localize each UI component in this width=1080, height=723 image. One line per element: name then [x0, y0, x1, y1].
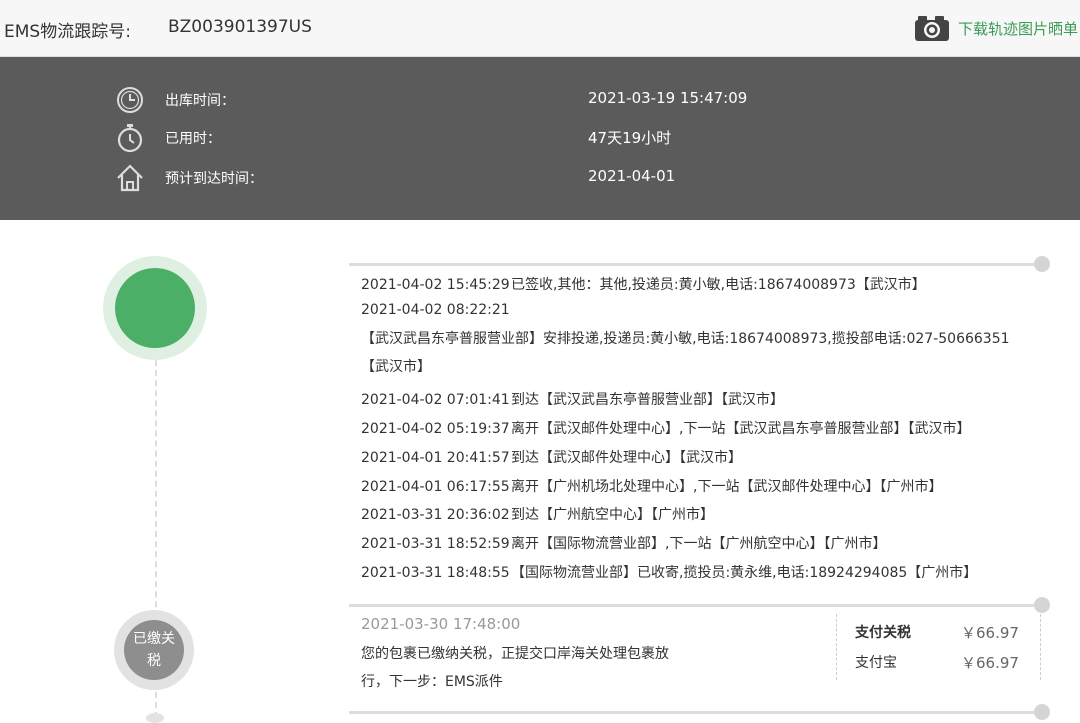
- tracking-event: 2021-04-02 07:01:41到达【武汉武昌东亭普服营业部】【武汉市】: [361, 389, 784, 409]
- payment-amount: ￥66.97: [961, 624, 1019, 642]
- event-time: 2021-03-31 20:36:02: [361, 507, 510, 523]
- info-row-estimated-arrival: 预计到达时间： 2021-04-01: [0, 163, 1080, 193]
- payment-label: 支付宝: [855, 655, 897, 671]
- tracking-event: 2021-04-01 06:17:55离开【广州机场北处理中心】,下一站【武汉邮…: [361, 476, 942, 496]
- download-text: 下载轨迹图片晒单: [958, 19, 1079, 38]
- event-text: 离开【国际物流营业部】,下一站【广州航空中心】【广州市】: [511, 536, 887, 552]
- timeline-node-next: [146, 713, 164, 723]
- tracking-event: 2021-04-02 08:22:21: [361, 302, 510, 318]
- info-row-dispatch-time: 出库时间： 2021-03-19 15:47:09: [0, 85, 1080, 115]
- clock-icon: [117, 87, 143, 113]
- badge-line: 税: [147, 653, 161, 669]
- event-time: 2021-04-02 08:22:21: [361, 302, 510, 318]
- event-text: 离开【武汉邮件处理中心】,下一站【武汉武昌东亭普服营业部】【武汉市】: [511, 421, 971, 437]
- divider-dot: [1034, 256, 1050, 272]
- home-icon: [117, 164, 143, 192]
- info-value: 2021-04-01: [588, 167, 676, 185]
- tracking-event: 2021-04-02 15:45:29已签收,其他：其他,投递员:黄小敏,电话:…: [361, 274, 926, 294]
- payment-label: 支付关税: [855, 625, 911, 641]
- download-track-image-button[interactable]: 下载轨迹图片晒单: [914, 14, 1078, 42]
- event-text: 已签收,其他：其他,投递员:黄小敏,电话:18674008973【武汉市】: [511, 277, 926, 293]
- event-time: 2021-04-02 07:01:41: [361, 392, 510, 408]
- shipment-info-panel: 出库时间： 2021-03-19 15:47:09 已用时： 47天19小时 预…: [0, 57, 1080, 220]
- event-time: 2021-04-01 06:17:55: [361, 479, 510, 495]
- payment-amount: ￥66.97: [961, 654, 1019, 672]
- event-time: 2021-03-31 18:52:59: [361, 536, 510, 552]
- tracking-event: 2021-04-01 20:41:57到达【武汉邮件处理中心】【武汉市】: [361, 447, 742, 467]
- event-time: 2021-04-02 15:45:29: [361, 277, 510, 293]
- divider-dot: [1034, 597, 1050, 613]
- event-text: 离开【广州机场北处理中心】,下一站【武汉邮件处理中心】【广州市】: [511, 479, 943, 495]
- event-text: 【武汉武昌东亭普服营业部】安排投递,投递员:黄小敏,电话:18674008973…: [361, 331, 1010, 375]
- tax-event-time: 2021-03-30 17:48:00: [361, 615, 521, 633]
- camera-icon: [915, 16, 949, 41]
- event-time: 2021-04-02 05:19:37: [361, 421, 510, 437]
- badge-line: 已缴关: [133, 631, 175, 647]
- info-label: 预计到达时间：: [165, 171, 263, 187]
- section-divider: [349, 263, 1039, 266]
- info-label: 出库时间：: [165, 93, 235, 109]
- info-label: 已用时：: [165, 131, 221, 147]
- info-value: 2021-03-19 15:47:09: [588, 89, 748, 107]
- event-text: 到达【武汉武昌东亭普服营业部】【武汉市】: [511, 392, 784, 408]
- tracking-label: EMS物流跟踪号:: [4, 22, 131, 42]
- timeline-node-current: [103, 256, 207, 360]
- stopwatch-icon: [117, 124, 143, 153]
- info-value: 47天19小时: [588, 129, 672, 147]
- section-divider: [349, 604, 1039, 607]
- tracking-event: 2021-04-02 05:19:37离开【武汉邮件处理中心】,下一站【武汉武昌…: [361, 418, 970, 438]
- tracking-number: BZ003901397US: [168, 17, 312, 37]
- tax-event-desc: 您的包裹已缴纳关税，正提交口岸海关处理包裹放行，下一步：EMS派件: [361, 646, 669, 690]
- event-text: 【国际物流营业部】已收寄,揽投员:黄永维,电话:18924294085【广州市】: [511, 565, 978, 581]
- payment-summary: 支付关税 ￥66.97 支付宝 ￥66.97: [836, 614, 1041, 680]
- tracking-event: 2021-03-31 18:48:55【国际物流营业部】已收寄,揽投员:黄永维,…: [361, 562, 977, 582]
- tracking-event: 2021-03-31 18:52:59离开【国际物流营业部】,下一站【广州航空中…: [361, 533, 886, 553]
- tracking-event: 2021-03-31 20:36:02到达【广州航空中心】【广州市】: [361, 504, 714, 524]
- event-text: 到达【广州航空中心】【广州市】: [511, 507, 714, 523]
- timeline-node-tax-paid: 已缴关 税: [114, 610, 194, 690]
- info-row-elapsed-time: 已用时： 47天19小时: [0, 123, 1080, 153]
- event-time: 2021-03-31 18:48:55: [361, 565, 510, 581]
- event-time: 2021-04-01 20:41:57: [361, 450, 510, 466]
- top-bar: EMS物流跟踪号: BZ003901397US 下载轨迹图片晒单: [0, 0, 1080, 57]
- tax-paid-badge: 已缴关 税: [124, 620, 184, 680]
- section-divider: [349, 711, 1039, 714]
- event-text: 到达【武汉邮件处理中心】【武汉市】: [511, 450, 742, 466]
